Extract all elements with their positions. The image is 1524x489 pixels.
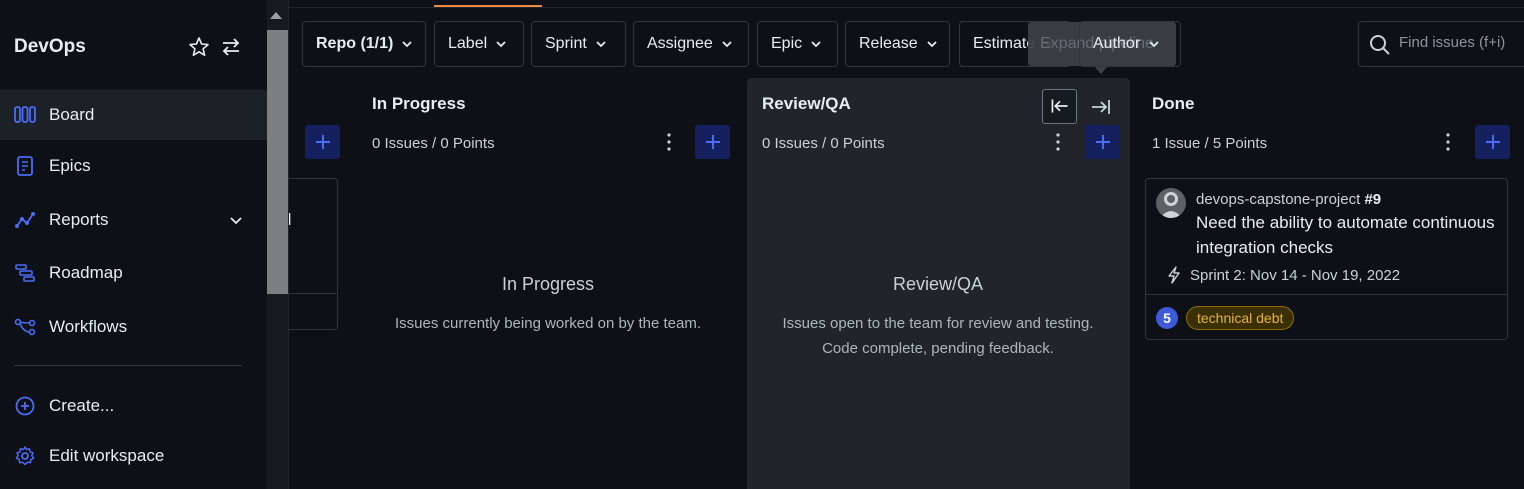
- avatar: [1156, 188, 1186, 218]
- kebab-menu-icon[interactable]: [664, 132, 674, 152]
- plus-icon: [1485, 135, 1500, 149]
- release-filter-button[interactable]: Release: [845, 21, 950, 67]
- sidebar-item-workflows[interactable]: Workflows: [0, 302, 268, 352]
- author-filter-button[interactable]: Author: [1079, 21, 1181, 67]
- chevron-down-icon: [596, 41, 606, 48]
- release-filter-label: Release: [859, 35, 918, 52]
- card-sprint: Sprint 2: Nov 14 - Nov 19, 2022: [1190, 267, 1401, 284]
- issue-card-partial[interactable]: [289, 178, 338, 330]
- add-issue-button[interactable]: [695, 125, 730, 159]
- label-chip[interactable]: technical debt: [1186, 306, 1295, 330]
- gear-icon: [15, 446, 35, 466]
- chevron-down-icon: [811, 41, 821, 48]
- sidebar-item-board[interactable]: Board: [0, 90, 268, 140]
- chevron-down-icon: [927, 41, 937, 48]
- sidebar-item-label: Epics: [49, 156, 91, 175]
- sidebar-item-epics[interactable]: Epics: [0, 141, 268, 191]
- column-count-done: 1 Issue / 5 Points: [1152, 135, 1268, 152]
- search-input[interactable]: [1399, 34, 1524, 51]
- story-points-badge: 5: [1156, 307, 1178, 329]
- sidebar-border: [288, 0, 289, 489]
- card-divider: [1146, 294, 1507, 295]
- workflows-icon: [14, 318, 36, 336]
- repo-filter-button[interactable]: Repo (1/1): [302, 21, 426, 67]
- roadmap-icon: [15, 264, 35, 282]
- sidebar-item-label: Board: [49, 105, 95, 124]
- column-count-review-qa: 0 Issues / 0 Points: [762, 135, 885, 152]
- expand-pipeline-icon[interactable]: [1088, 94, 1114, 120]
- column-title-done: Done: [1152, 94, 1195, 113]
- chevron-down-icon[interactable]: [228, 212, 244, 228]
- board-icon: [14, 106, 36, 123]
- collapse-pipeline-button[interactable]: [1042, 89, 1077, 124]
- card-divider: [289, 293, 337, 294]
- edit-workspace-button[interactable]: Edit workspace: [0, 431, 268, 481]
- sidebar-item-label: Workflows: [49, 317, 128, 336]
- sidebar-scrollbar-thumb[interactable]: [267, 30, 288, 294]
- sidebar-divider: [14, 365, 242, 366]
- app-root: Repo (1/1) Label Sprint Assignee Epic Re…: [0, 0, 1524, 489]
- epics-icon: [17, 156, 33, 176]
- sidebar-item-label: Roadmap: [49, 263, 123, 282]
- scroll-up-arrow-icon[interactable]: [270, 12, 282, 19]
- search-icon: [1370, 35, 1390, 55]
- sidebar: DevOps Board Epics Reports Roadmap Workf…: [0, 0, 268, 489]
- switch-workspace-icon[interactable]: [220, 36, 242, 58]
- edit-workspace-label: Edit workspace: [49, 446, 165, 465]
- kebab-menu-icon[interactable]: [1443, 132, 1453, 152]
- user-avatar-icon: [1160, 192, 1182, 218]
- card-repo: devops-capstone-project #9: [1196, 191, 1381, 208]
- card-repo-name: devops-capstone-project: [1196, 191, 1361, 208]
- add-issue-button[interactable]: [305, 125, 340, 159]
- plus-circle-icon: [15, 396, 35, 416]
- sidebar-item-roadmap[interactable]: Roadmap: [0, 248, 268, 298]
- card-title[interactable]: Need the ability to automate continuous …: [1196, 210, 1496, 260]
- empty-state-title: In Progress: [501, 274, 595, 294]
- tooltip-arrow: [1094, 66, 1108, 74]
- chevron-down-icon: [722, 41, 732, 48]
- assignee-filter-label: Assignee: [647, 35, 713, 52]
- assignee-filter-button[interactable]: Assignee: [633, 21, 749, 67]
- sprint-filter-label: Sprint: [545, 35, 587, 52]
- create-label: Create...: [49, 396, 115, 415]
- card-issue-number: #9: [1364, 191, 1382, 208]
- sprint-bolt-icon: [1168, 266, 1180, 284]
- kebab-menu-icon[interactable]: [1053, 132, 1063, 152]
- workspace-name: DevOps: [14, 36, 86, 57]
- estimate-filter-label: Estimate: [973, 35, 1036, 52]
- star-icon[interactable]: [188, 36, 210, 58]
- active-tab-indicator: [434, 5, 542, 7]
- plus-icon: [705, 135, 720, 149]
- label-filter-label: Label: [448, 35, 488, 52]
- sidebar-item-reports[interactable]: Reports: [0, 195, 268, 245]
- collapse-left-icon: [1051, 99, 1068, 113]
- create-button[interactable]: Create...: [0, 381, 268, 431]
- sprint-filter-button[interactable]: Sprint: [531, 21, 626, 67]
- author-filter-label: Author: [1093, 35, 1141, 52]
- chevron-down-icon: [402, 41, 412, 48]
- add-issue-button[interactable]: [1085, 125, 1120, 159]
- repo-filter-label: Repo (1/1): [316, 35, 394, 52]
- search-box[interactable]: [1358, 21, 1524, 67]
- column-count-in-progress: 0 Issues / 0 Points: [372, 135, 495, 152]
- empty-state-description: Issues currently being worked on by the …: [395, 315, 701, 332]
- issue-card[interactable]: devops-capstone-project #9 Need the abil…: [1145, 178, 1508, 340]
- reports-icon: [15, 212, 35, 228]
- chevron-down-icon: [1149, 41, 1159, 48]
- chevron-down-icon: [496, 41, 506, 48]
- add-issue-button[interactable]: [1475, 125, 1510, 159]
- sidebar-item-label: Reports: [49, 210, 109, 229]
- empty-state-description: Issues open to the team for review and t…: [782, 315, 1094, 357]
- plus-icon: [1095, 135, 1110, 149]
- empty-state-title: Review/QA: [892, 274, 984, 294]
- epic-filter-label: Epic: [771, 35, 803, 52]
- label-filter-button[interactable]: Label: [434, 21, 524, 67]
- plus-icon: [315, 135, 330, 149]
- column-title-review-qa: Review/QA: [762, 94, 851, 113]
- column-title-in-progress: In Progress: [372, 94, 466, 113]
- epic-filter-button[interactable]: Epic: [757, 21, 838, 67]
